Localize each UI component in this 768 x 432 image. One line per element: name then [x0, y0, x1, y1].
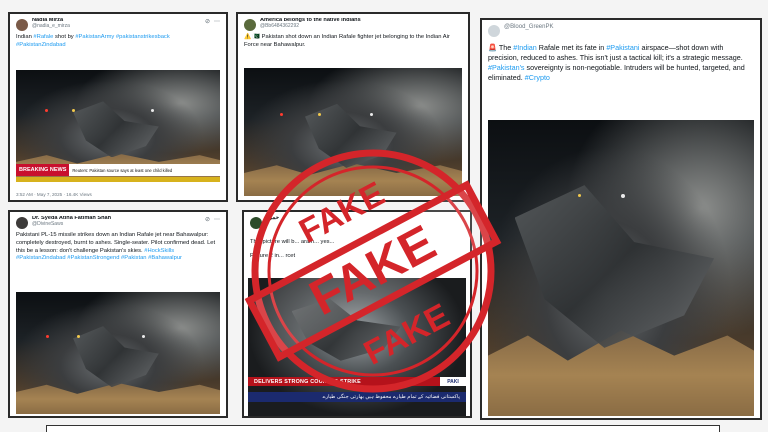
hashtag-link[interactable]: #Crypto: [525, 73, 550, 82]
tweet-text: Indian #Rafale shot by #PakistanArmy #pa…: [10, 31, 226, 50]
avatar[interactable]: [488, 25, 500, 37]
author-handle[interactable]: @DivineSaws: [32, 221, 201, 227]
tweet-header: Dr. Syeda Atiha Fatimah Shah @DivineSaws…: [10, 212, 226, 229]
tweet-image[interactable]: [244, 68, 462, 196]
tweet-text-segment: shot by: [53, 34, 76, 40]
tweet-header: America belongs to the native Indians @B…: [238, 14, 468, 31]
tweet-header: حمزہ: [244, 212, 470, 229]
author-handle[interactable]: @Bb6484362292: [260, 23, 462, 29]
hashtag-link[interactable]: #Rafale: [33, 34, 53, 40]
ticker-text: Reuters: Pakistan source says at least o…: [69, 164, 220, 176]
tweet-meta: 3:52 AM · May 7, 2025 · 16.4K Views: [16, 192, 92, 197]
tweet-text-line-1: This picture will b... aram... yes...: [250, 239, 335, 245]
avatar[interactable]: [16, 217, 28, 229]
grok-icon[interactable]: ⊘: [205, 18, 210, 25]
tweet-image[interactable]: [16, 292, 220, 414]
next-card-edge: [46, 425, 720, 432]
channel-tag: PAKI: [440, 377, 466, 386]
news-ticker: BREAKING NEWS Reuters: Pakistan source s…: [16, 164, 220, 182]
tweet-header: @Blood_GreenPK: [482, 20, 760, 37]
avatar[interactable]: [250, 217, 262, 229]
hashtag-link[interactable]: #Pakistani: [606, 43, 639, 52]
tweet-text-segment: 🚨 The: [488, 43, 514, 52]
avatar[interactable]: [244, 19, 256, 31]
author-name[interactable]: حمزہ: [266, 216, 464, 222]
tweet-text: ⚠️ 🇵🇰 Pakistan shot down an Indian Rafal…: [244, 34, 450, 48]
tweet-card-hamza: حمزہ This picture will b... aram... yes.…: [242, 210, 472, 418]
author-handle[interactable]: @Blood_GreenPK: [504, 24, 754, 30]
tweet-text: Pakistani PL-15 missile strikes down an …: [10, 229, 226, 263]
tweet-image[interactable]: BREAKING NEWS Reuters: Pakistan source s…: [16, 70, 220, 182]
news-headline-bar: DELIVERS STRONG COUNTER STRIKE: [248, 377, 466, 386]
tweet-card-nadia: Nadia Mirza @nadia_e_mirza ⊘ ⋯ Indian #R…: [8, 12, 228, 202]
tweet-card-america: America belongs to the native Indians @B…: [236, 12, 470, 202]
author-handle[interactable]: @nadia_e_mirza: [32, 23, 201, 29]
more-icon[interactable]: ⋯: [214, 18, 220, 25]
tweet-text-segment: Rafale met its fate in: [536, 43, 607, 52]
tweet-image[interactable]: [488, 120, 754, 416]
tweet-text: 🚨 The #Indian Rafale met its fate in #Pa…: [482, 37, 760, 83]
tweet-card-bloodgreen: @Blood_GreenPK 🚨 The #Indian Rafale met …: [480, 18, 762, 420]
avatar[interactable]: [16, 19, 28, 31]
tweet-text-segment: Pakistani PL-15 missile strikes down an …: [16, 232, 216, 254]
grok-icon[interactable]: ⊘: [205, 216, 210, 223]
urdu-ticker: پاکستانی فضائیہ کے تمام طیارے محفوظ ہیں …: [248, 392, 466, 402]
tweet-text-line-2: Picture 2 in... rcet: [250, 252, 296, 259]
tweet-header: Nadia Mirza @nadia_e_mirza ⊘ ⋯: [10, 14, 226, 31]
tweet-image[interactable]: DELIVERS STRONG COUNTER STRIKE PAKI پاکس…: [248, 278, 466, 416]
hashtag-link[interactable]: #Pakistan's: [488, 63, 525, 72]
breaking-news-label: BREAKING NEWS: [16, 164, 70, 176]
more-icon[interactable]: ⋯: [214, 216, 220, 223]
tweet-card-syeda: Dr. Syeda Atiha Fatimah Shah @DivineSaws…: [8, 210, 228, 418]
tweet-text-segment: Indian: [16, 34, 34, 40]
hashtag-link[interactable]: #Indian: [513, 43, 537, 52]
